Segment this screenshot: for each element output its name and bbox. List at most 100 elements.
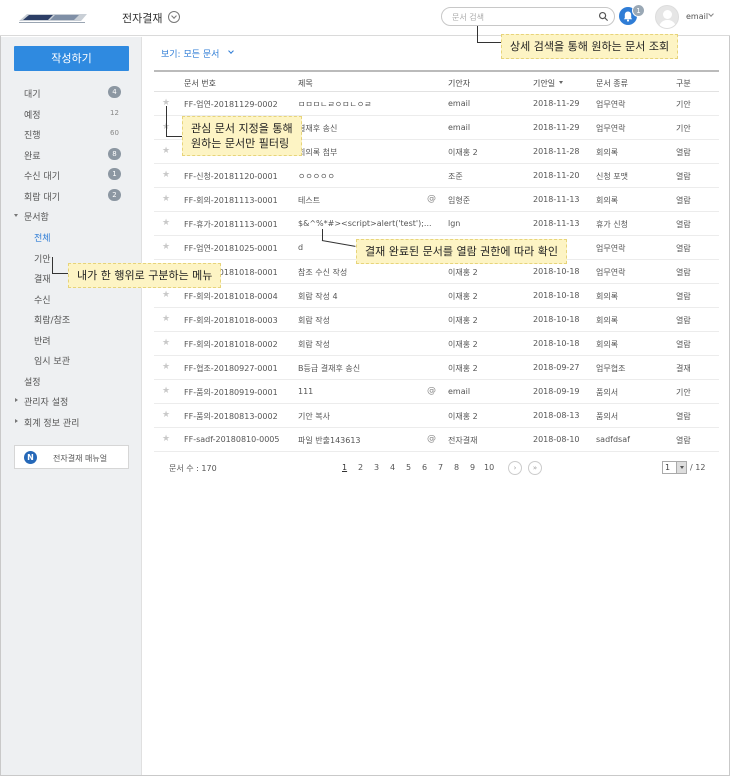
table-row[interactable]: ★ FF-신청-20181120-0001 ㅇㅇㅇㅇㅇ 조준 2018-11-20 신청 … (154, 164, 719, 188)
sidebar-item-admin[interactable]: 관리자 설정 (24, 395, 68, 408)
draft-date: 2018-10-18 (533, 267, 580, 276)
page-link[interactable]: 6 (422, 463, 427, 472)
sidebar-item-waiting[interactable]: 대기 (24, 87, 41, 100)
expand-icon[interactable] (14, 214, 18, 217)
document-type: 업무연락 (596, 244, 626, 253)
draft-date: 2018-08-13 (533, 411, 580, 420)
sidebar-subitem-rejected[interactable]: 반려 (34, 334, 51, 347)
chevron-down-icon[interactable] (168, 11, 180, 23)
document-type: 품의서 (596, 388, 619, 397)
star-icon[interactable]: ★ (162, 410, 170, 420)
draft-date: 2018-11-28 (533, 147, 580, 156)
page-link[interactable]: 9 (470, 463, 475, 472)
table-row[interactable]: ★ FF-품의-20180813-0002 기안 복사 이재홍 2 2018-08-13… (154, 404, 719, 428)
sidebar-subitem-temp-saved[interactable]: 임시 보관 (34, 354, 70, 367)
compose-button[interactable]: 작성하기 (14, 46, 129, 71)
avatar-icon[interactable] (655, 5, 679, 29)
table-row[interactable]: ★ FF-회의-20181113-0001 테스트 임형준 2018-11-13 회의록 열… (154, 188, 719, 212)
table-row[interactable]: ★ FF-회의-20181018-0004 회람 작성 4 이재홍 2 2018-10-… (154, 284, 719, 308)
document-title[interactable]: ㅁㅁㅁㄴㄹㅇㅁㄴㅇㄹ (298, 99, 433, 110)
view-filter-select[interactable]: 보기: 모든 문서 (161, 47, 219, 60)
logo[interactable] (17, 12, 90, 24)
column-header[interactable]: 문서 종류 (596, 78, 628, 89)
sidebar-subitem-circulation[interactable]: 회람/참조 (34, 313, 70, 326)
table-row[interactable]: ★ FF-회의-20181018-0003 회람 작성 이재홍 2 2018-10-18… (154, 308, 719, 332)
star-icon[interactable]: ★ (162, 314, 170, 324)
sidebar-item-circulation-waiting[interactable]: 회람 대기 (24, 190, 60, 203)
document-title[interactable]: ㅇㅇㅇㅇㅇ (298, 171, 433, 182)
page-link[interactable]: 4 (390, 463, 395, 472)
document-title[interactable]: 파일 반출143613 (298, 435, 433, 446)
document-title[interactable]: 결재후 송신 (298, 123, 433, 134)
table-row[interactable]: ★ FF-업연-20181129-0002 ㅁㅁㅁㄴㄹㅇㅁㄴㅇㄹ email 2018-… (154, 92, 719, 116)
sidebar-item-completed[interactable]: 완료 (24, 149, 41, 162)
search-input[interactable] (452, 11, 592, 23)
star-icon[interactable]: ★ (162, 290, 170, 300)
page-link[interactable]: 1 (342, 463, 347, 472)
document-title[interactable]: 111 (298, 387, 433, 396)
sidebar-item-in-progress[interactable]: 진행 (24, 128, 41, 141)
sidebar-subitem-receive[interactable]: 수신 (34, 293, 51, 306)
sidebar: 작성하기 대기 4 예정 12 진행 60 완료 8 수신 대기 1 회람 대기… (1, 37, 142, 775)
star-icon[interactable]: ★ (162, 170, 170, 180)
column-header[interactable]: 기안자 (448, 78, 470, 89)
table-row[interactable]: ★ FF-품의-20180919-0001 111 email 2018-09-19 품의… (154, 380, 719, 404)
document-title[interactable]: B등급 결재후 송신 (298, 363, 433, 374)
page-link[interactable]: 5 (406, 463, 411, 472)
document-title[interactable]: 회의록 첨부 (298, 147, 433, 158)
document-title[interactable]: 기안 복사 (298, 411, 433, 422)
user-name[interactable]: email (686, 12, 708, 21)
expand-icon[interactable] (15, 419, 18, 423)
star-icon[interactable]: ★ (162, 362, 170, 372)
document-title[interactable]: 회람 작성 (298, 315, 433, 326)
category: 열람 (676, 340, 691, 349)
document-title[interactable]: 회람 작성 4 (298, 291, 433, 302)
sort-icon[interactable] (559, 81, 563, 84)
document-title[interactable]: 회람 작성 (298, 339, 433, 350)
sidebar-item-scheduled[interactable]: 예정 (24, 108, 41, 121)
manual-button[interactable]: N 전자결재 매뉴얼 (14, 445, 129, 469)
page-link[interactable]: 10 (484, 463, 494, 472)
star-icon[interactable]: ★ (162, 434, 170, 444)
chevron-down-icon[interactable] (676, 462, 686, 473)
column-header[interactable]: 구분 (676, 78, 691, 89)
star-icon[interactable]: ★ (162, 146, 170, 156)
sidebar-item-accounting[interactable]: 회계 정보 관리 (24, 416, 79, 429)
star-icon[interactable]: ★ (162, 242, 170, 252)
sidebar-item-settings[interactable]: 설정 (24, 375, 41, 388)
callout-connector (166, 136, 182, 137)
document-title[interactable]: 참조 수신 작성 (298, 267, 433, 278)
draft-date: 2018-10-18 (533, 339, 580, 348)
document-title[interactable]: 테스트 (298, 195, 433, 206)
expand-icon[interactable] (15, 398, 18, 402)
column-header[interactable]: 문서 번호 (184, 78, 216, 89)
table-row[interactable]: ★ FF-회의-20181018-0002 회람 작성 이재홍 2 2018-10-18… (154, 332, 719, 356)
app-title[interactable]: 전자결재 (122, 10, 162, 26)
table-header: 문서 번호 제목 기안자 기안일 문서 종류 구분 (154, 70, 719, 92)
sidebar-item-document-box[interactable]: 문서함 (24, 210, 49, 223)
document-title[interactable]: $&^%*#><script>alert('test');... (298, 219, 433, 228)
star-icon[interactable]: ★ (162, 194, 170, 204)
sidebar-item-receive-waiting[interactable]: 수신 대기 (24, 169, 60, 182)
next-page-button[interactable]: › (508, 461, 522, 475)
table-row[interactable]: ★ FF-휴가-20181113-0001 $&^%*#><script>alert… (154, 212, 719, 236)
page-link[interactable]: 7 (438, 463, 443, 472)
column-header[interactable]: 제목 (298, 78, 313, 89)
page-link[interactable]: 8 (454, 463, 459, 472)
draft-date: 2018-11-13 (533, 195, 580, 204)
star-icon[interactable]: ★ (162, 386, 170, 396)
page-link[interactable]: 3 (374, 463, 379, 472)
star-icon[interactable]: ★ (162, 218, 170, 228)
sidebar-subitem-approval[interactable]: 결재 (34, 272, 51, 285)
table-row[interactable]: ★ FF-sadf-20180810-0005 파일 반출143613 전자결재 201… (154, 428, 719, 452)
search-icon[interactable] (598, 11, 609, 22)
star-icon[interactable]: ★ (162, 338, 170, 348)
drafter: email (448, 123, 471, 132)
column-header[interactable]: 기안일 (533, 78, 555, 89)
chevron-down-icon[interactable] (708, 11, 714, 17)
page-link[interactable]: 2 (358, 463, 363, 472)
sidebar-subitem-all[interactable]: 전체 (34, 231, 51, 244)
last-page-button[interactable]: » (528, 461, 542, 475)
sidebar-subitem-draft[interactable]: 기안 (34, 252, 51, 265)
table-row[interactable]: ★ FF-협조-20180927-0001 B등급 결재후 송신 이재홍 2 2018-… (154, 356, 719, 380)
